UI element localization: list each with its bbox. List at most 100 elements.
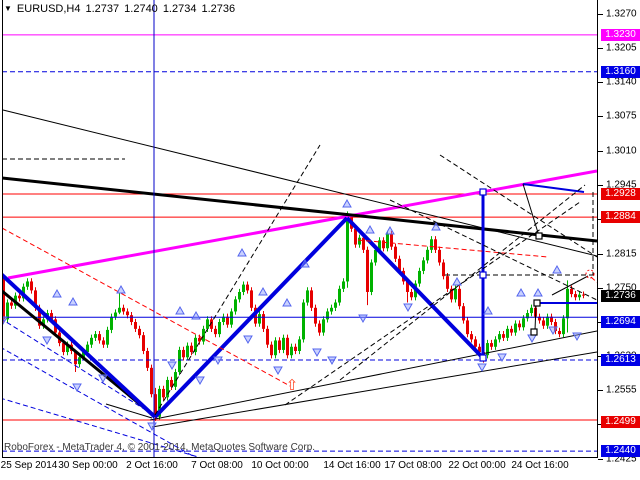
candle (270, 345, 273, 356)
chart-canvas[interactable]: ⇧ (0, 0, 640, 480)
candle (430, 239, 433, 250)
candle (302, 303, 305, 340)
candle (322, 319, 325, 332)
time-axis-label: 7 Oct 08:00 (191, 460, 243, 471)
object-handle[interactable] (536, 233, 542, 239)
candle (282, 338, 285, 350)
price-level-badge: 1.2928 (601, 188, 640, 200)
price-tick-mark (598, 14, 603, 15)
candle (514, 324, 517, 333)
fractal-up-icon (238, 249, 246, 256)
price-level-badge: 1.2736 (601, 290, 640, 302)
candle (138, 329, 141, 335)
price-level-badge: 1.2694 (601, 316, 640, 328)
candle (190, 346, 193, 352)
price-level-badge: 1.2884 (601, 211, 640, 223)
candle (530, 308, 533, 313)
object-handle[interactable] (480, 189, 486, 195)
trendline (0, 318, 152, 414)
collapse-chart-icon[interactable]: ▼ (4, 5, 12, 13)
fractal-up-icon (453, 278, 461, 285)
candle (94, 334, 97, 338)
symbol-period-label: EURUSD,H4 (17, 3, 81, 15)
candle (518, 324, 521, 328)
fractal-up-icon (69, 298, 77, 305)
ohlc-high: 1.2740 (124, 3, 158, 15)
trendline (0, 273, 155, 417)
time-axis-label: 25 Sep 2014 (1, 460, 58, 471)
fractal-down-icon (73, 384, 81, 391)
candle (230, 311, 233, 324)
candle (278, 340, 281, 349)
candle (178, 350, 181, 372)
candle (162, 389, 165, 397)
fractal-down-icon (43, 337, 51, 344)
candle (250, 290, 253, 307)
candle (298, 339, 301, 351)
fractal-up-icon (283, 299, 291, 306)
fractal-down-icon (359, 315, 367, 322)
object-handle[interactable] (531, 329, 537, 335)
ohlc-close: 1.2736 (201, 3, 235, 15)
time-axis-label: 10 Oct 00:00 (251, 460, 308, 471)
candle (338, 289, 341, 303)
candle (542, 320, 545, 325)
candle (370, 262, 373, 292)
candle (362, 238, 365, 250)
candle (354, 229, 357, 245)
candle (166, 380, 169, 397)
price-tick-mark (598, 185, 603, 186)
price-tick-mark (598, 390, 603, 391)
candle (134, 322, 137, 329)
price-level-badge: 1.2440 (601, 445, 640, 457)
candle (310, 290, 313, 307)
price-tick-label: 1.3010 (606, 146, 637, 157)
candle (78, 357, 81, 364)
trendline (340, 185, 585, 380)
fractal-up-icon (517, 289, 525, 296)
fractal-up-icon (553, 266, 561, 273)
time-axis-label: 24 Oct 16:00 (511, 460, 568, 471)
candle (142, 335, 145, 351)
candle (462, 306, 465, 320)
price-tick-label: 1.2555 (606, 385, 637, 396)
time-axis-label: 17 Oct 08:00 (384, 460, 441, 471)
candle (206, 319, 209, 328)
object-handle[interactable] (480, 355, 486, 361)
candle (454, 289, 457, 300)
candle (290, 347, 293, 355)
trendline (523, 184, 584, 192)
object-handle[interactable] (534, 300, 540, 306)
fractal-down-icon (196, 377, 204, 384)
object-handle[interactable] (480, 272, 486, 278)
fractal-down-icon (573, 333, 581, 340)
candle (234, 299, 237, 311)
candle (294, 347, 297, 351)
candle (570, 289, 573, 294)
chart-left-border (2, 0, 3, 458)
buy-arrow-icon: ⇧ (286, 376, 299, 394)
candle (442, 262, 445, 276)
candle (126, 311, 129, 315)
candle (330, 308, 333, 312)
candle (470, 334, 473, 339)
candle (458, 289, 461, 306)
candle (382, 240, 385, 248)
price-level-badge: 1.2499 (601, 416, 640, 428)
candle (98, 334, 101, 340)
platform-copyright: RoboForex - MetaTrader 4, © 2001-2014, M… (4, 442, 315, 453)
candle (218, 322, 221, 334)
price-tick-label: 1.3140 (606, 77, 637, 88)
candle (246, 285, 249, 291)
fractal-up-icon (366, 226, 374, 233)
ohlc-open: 1.2737 (86, 3, 120, 15)
candle (422, 260, 425, 271)
candle (418, 271, 421, 284)
time-axis-label: 2 Oct 16:00 (126, 460, 178, 471)
price-tick-label: 1.2815 (606, 249, 637, 260)
candle (366, 250, 369, 292)
price-tick-label: 1.3075 (606, 111, 637, 122)
fractal-up-icon (192, 312, 200, 319)
candle (546, 317, 549, 326)
candle (262, 314, 265, 329)
